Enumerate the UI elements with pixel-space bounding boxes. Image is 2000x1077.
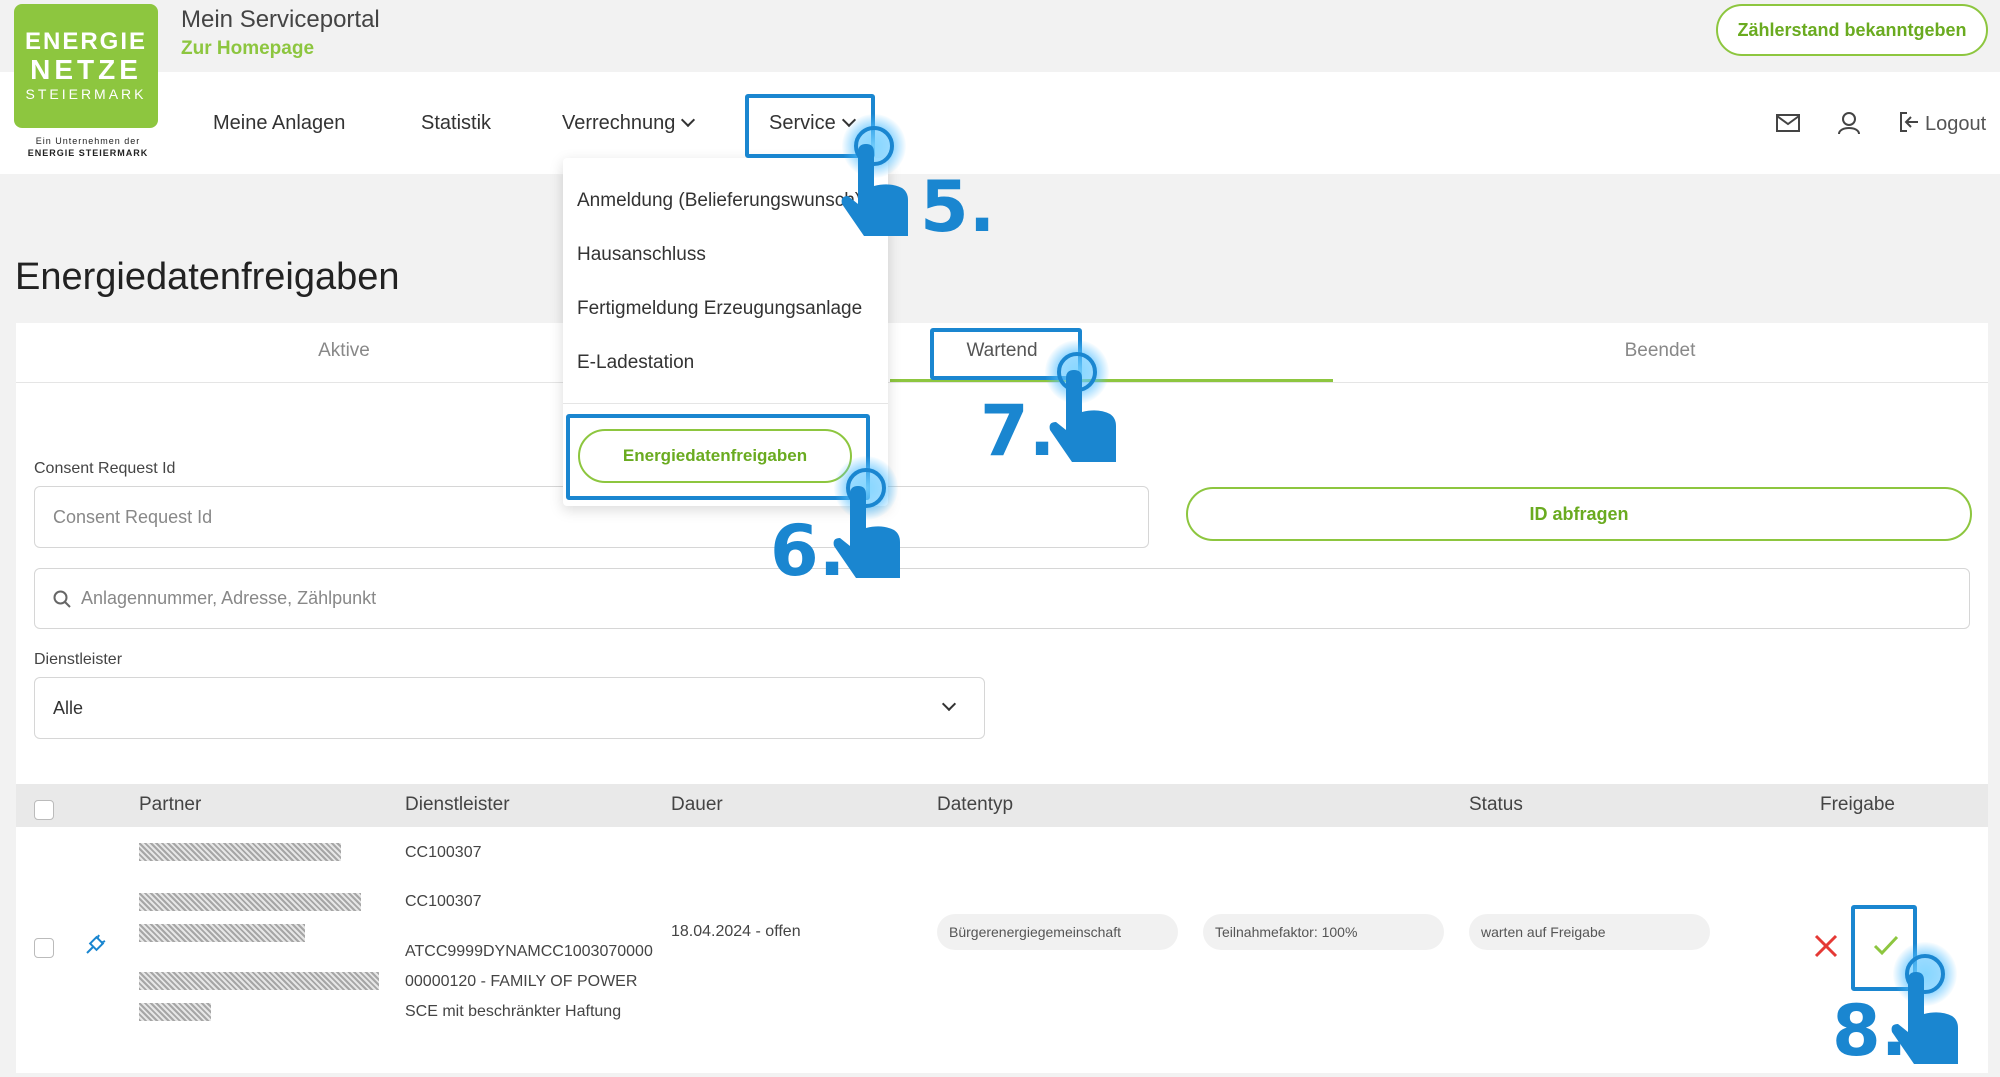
status-chip: warten auf Freigabe [1469, 914, 1710, 950]
menu-item-e-ladestation[interactable]: E-Ladestation [577, 352, 694, 374]
datentyp-chip: Bürgerenergiegemeinschaft [937, 914, 1178, 950]
menu-item-hausanschluss[interactable]: Hausanschluss [577, 244, 706, 266]
dauer-cell: 18.04.2024 - offen [671, 923, 801, 940]
nav-verrechnung[interactable]: Verrechnung [562, 112, 696, 135]
step-5-label: 5. [920, 166, 996, 248]
partner-redacted [139, 972, 379, 990]
reject-button[interactable] [1814, 934, 1838, 963]
col-datentyp: Datentyp [937, 794, 1014, 815]
dienstleister-value: Alle [53, 697, 84, 718]
dienstleister-cell: ATCC9999DYNAMCC1003070000 [405, 943, 653, 960]
dienstleister-cell: CC100307 [405, 893, 482, 910]
plug-icon [84, 932, 108, 961]
step-8-label: 8. [1832, 990, 1908, 1072]
search-icon [53, 590, 71, 608]
page-title: Energiedatenfreigaben [15, 256, 400, 298]
teilnahme-chip: Teilnahmefaktor: 100% [1203, 914, 1444, 950]
nav-statistik[interactable]: Statistik [421, 112, 491, 135]
col-partner: Partner [139, 794, 202, 815]
logout-label: Logout [1925, 113, 1987, 135]
dienstleister-cell: 00000120 - FAMILY OF POWER [405, 973, 638, 990]
dienstleister-cell: SCE mit beschränkter Haftung [405, 1003, 622, 1020]
logo-line2: NETZE [30, 54, 142, 85]
logout-icon [1897, 110, 1921, 139]
brand-logo[interactable]: ENERGIE NETZE STEIERMARK [14, 4, 158, 128]
close-icon [1814, 934, 1838, 958]
tab-divider [16, 382, 1988, 383]
select-all-checkbox[interactable] [34, 800, 54, 820]
menu-item-anmeldung[interactable]: Anmeldung (Belieferungswunsch) [577, 190, 877, 212]
partner-redacted [139, 843, 341, 861]
consent-label: Consent Request Id [34, 460, 176, 477]
logo-line1: ENERGIE [24, 28, 148, 55]
row-checkbox[interactable] [34, 938, 54, 958]
portal-title: Mein Serviceportal [181, 6, 380, 33]
highlight-energiedatenfreigaben [566, 414, 870, 500]
nav-meine-anlagen[interactable]: Meine Anlagen [213, 112, 345, 135]
col-freigabe: Freigabe [1820, 794, 1895, 815]
search-input[interactable]: Anlagennummer, Adresse, Zählpunkt [34, 568, 1970, 629]
mail-icon[interactable] [1776, 113, 1800, 138]
logo-subtitle: Ein Unternehmen der ENERGIE STEIERMARK [14, 135, 162, 159]
logo-line3: STEIERMARK [25, 86, 147, 102]
user-icon[interactable] [1837, 111, 1861, 140]
chevron-down-icon [941, 696, 957, 712]
menu-item-anmeldung-label: Anmeldung (Belieferungswunsch) [577, 190, 862, 211]
meter-reading-button[interactable]: Zählerstand bekanntgeben [1716, 4, 1988, 56]
step-7-label: 7. [980, 390, 1056, 472]
menu-divider [563, 403, 888, 404]
home-link[interactable]: Zur Homepage [181, 38, 314, 60]
logo-sub1: Ein Unternehmen der [35, 136, 141, 146]
dienstleister-select[interactable]: Alle [34, 677, 985, 739]
logout-link[interactable]: Logout [1897, 110, 1986, 139]
dienstleister-label: Dienstleister [34, 651, 123, 668]
hand-pointer-icon [1046, 366, 1120, 471]
chevron-down-icon [681, 112, 696, 128]
tab-beendet[interactable]: Beendet [1332, 340, 1988, 362]
nav-verrechnung-label: Verrechnung [562, 112, 676, 134]
search-placeholder: Anlagennummer, Adresse, Zählpunkt [81, 588, 377, 608]
col-status: Status [1469, 794, 1523, 815]
dienstleister-cell: CC100307 [405, 844, 482, 861]
col-dauer: Dauer [671, 794, 723, 815]
partner-redacted [139, 893, 361, 911]
col-dienstleister: Dienstleister [405, 794, 510, 815]
step-6-label: 6. [770, 510, 846, 592]
id-query-button[interactable]: ID abfragen [1186, 487, 1972, 541]
menu-item-fertigmeldung[interactable]: Fertigmeldung Erzeugungsanlage [577, 298, 862, 320]
hand-pointer-icon [838, 140, 912, 245]
partner-redacted [139, 1003, 211, 1021]
logo-sub2: ENERGIE STEIERMARK [27, 148, 149, 158]
partner-redacted [139, 924, 305, 942]
